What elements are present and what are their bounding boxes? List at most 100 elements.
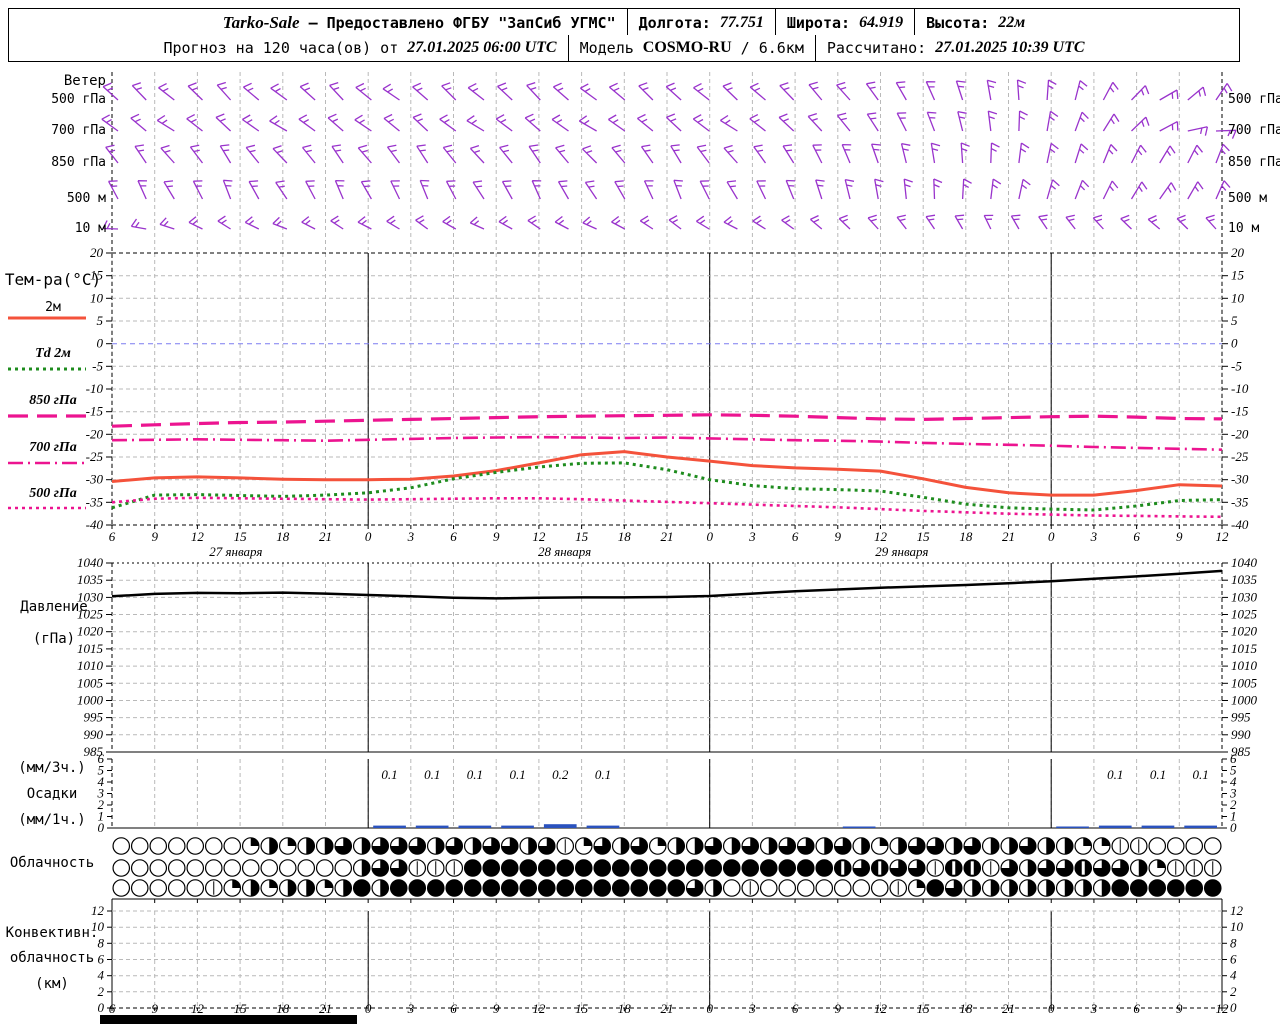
- wind-barb: [639, 215, 654, 230]
- wind-level-850hpa-right: 850 гПа: [1228, 155, 1280, 170]
- cloud-okta-symbol: [593, 879, 612, 897]
- wind-barb: [501, 180, 513, 200]
- bottom-hour-label: 21: [661, 1001, 674, 1016]
- cloud-okta-symbol: [1148, 837, 1167, 855]
- cloud-okta-symbol: [204, 859, 223, 877]
- wind-barb: [497, 82, 513, 101]
- wind-barb: [416, 144, 429, 164]
- wind-barb: [903, 178, 913, 200]
- pressure-ytick-right: 995: [1231, 710, 1251, 725]
- precip-bar: [586, 825, 620, 828]
- cloud-okta-fill: [1046, 879, 1055, 897]
- hour-label: 3: [748, 529, 756, 544]
- wind-barb: [472, 180, 485, 200]
- wind-barb: [498, 215, 513, 230]
- hour-label: 0: [1048, 529, 1055, 544]
- pressure-ytick-right: 1005: [1231, 675, 1258, 690]
- wind-barb: [383, 113, 400, 132]
- hour-label: 9: [1176, 529, 1183, 544]
- cloud-okta-fill: [287, 879, 296, 897]
- cloud-okta-symbol: [778, 859, 797, 877]
- header-title-bar: Tarko-Sale – Предоставлено ФГБУ "ЗапСиб …: [8, 8, 1240, 37]
- wind-barb: [673, 179, 683, 200]
- hour-label: 3: [1090, 529, 1098, 544]
- cloud-okta-fill: [1009, 837, 1018, 855]
- convective-ytick-right: 6: [1230, 952, 1237, 967]
- bottom-hour-label: 6: [450, 1001, 457, 1016]
- header-dash: –: [308, 13, 318, 32]
- wind-level-10m-left: 10 м: [74, 221, 106, 236]
- pressure-ytick-left: 995: [84, 710, 104, 725]
- wind-barb: [216, 81, 232, 101]
- cloud-okta-symbol: [167, 837, 186, 855]
- wind-barb: [838, 214, 851, 230]
- wind-barb: [723, 216, 738, 230]
- wind-barb: [1159, 182, 1177, 200]
- hour-label: 15: [234, 529, 248, 544]
- precip-value-label: 0.1: [1193, 767, 1209, 782]
- bottom-hour-label: 9: [835, 1001, 842, 1016]
- wind-barb: [614, 180, 626, 200]
- cloud-okta-symbol: [241, 859, 260, 877]
- precip-bar: [373, 825, 406, 828]
- cloud-okta-symbol: [556, 859, 575, 877]
- pressure-ytick-left: 1005: [77, 675, 104, 690]
- bottom-hour-label: 15: [917, 1001, 931, 1016]
- wind-barb: [749, 82, 766, 101]
- wind-barb: [192, 180, 204, 200]
- wind-barb: [1018, 110, 1028, 132]
- cloud-okta-symbol: [463, 879, 482, 897]
- wind-barb: [896, 214, 907, 230]
- bottom-hour-label: 21: [1002, 1001, 1015, 1016]
- wind-barb: [836, 112, 851, 132]
- wind-barb: [1038, 214, 1048, 230]
- wind-barb: [551, 114, 569, 132]
- wind-barb: [1187, 86, 1207, 101]
- pressure-label: Давление: [20, 599, 88, 615]
- cloud-okta-fill: [1027, 879, 1036, 897]
- cloud-okta-symbol: [112, 859, 131, 877]
- precip-label: Осадки: [26, 786, 78, 802]
- wind-barb: [990, 142, 1000, 164]
- pressure-ytick-right: 1015: [1231, 641, 1258, 656]
- cloud-okta-symbol: [704, 859, 723, 877]
- bottom-hour-label: 6: [109, 1001, 116, 1016]
- precip-bar: [501, 825, 534, 828]
- precip-value-label: 0.1: [467, 767, 483, 782]
- wind-barb: [1102, 144, 1118, 164]
- pressure-unit-label: (гПа): [32, 631, 76, 647]
- wind-barb: [925, 214, 936, 230]
- wind-barb: [930, 142, 941, 164]
- cloud-okta-fill: [250, 879, 259, 897]
- header-divider: [567, 35, 569, 61]
- cloud-okta-symbol: [130, 879, 149, 897]
- bottom-hour-label: 12: [532, 1001, 546, 1016]
- cloud-okta-symbol: [815, 859, 834, 877]
- cloud-okta-symbol: [112, 837, 131, 855]
- wind-barb: [781, 215, 795, 230]
- wind-barb: [778, 113, 795, 132]
- hour-label: 6: [792, 529, 799, 544]
- wind-barb: [248, 180, 260, 200]
- bottom-hour-label: 15: [234, 1001, 248, 1016]
- convective-ytick-left: 12: [91, 903, 105, 918]
- cloud-okta-symbol: [611, 859, 630, 877]
- bottom-hour-label: 6: [792, 1001, 799, 1016]
- wind-level-500hpa-right: 500 гПа: [1228, 92, 1280, 107]
- hour-label: 21: [319, 529, 332, 544]
- header-divider: [626, 9, 628, 36]
- wind-barb: [215, 113, 232, 132]
- cloud-okta-fill: [528, 837, 537, 855]
- longitude-label: Долгота:: [638, 13, 711, 32]
- wind-barb: [608, 82, 626, 101]
- temperature-legend-title: Тем-ра(°C): [4, 270, 102, 289]
- wind-level-700hpa-left: 700 гПа: [51, 123, 106, 138]
- meteogram-page: { "header": { "station": "Tarko-Sale", "…: [0, 0, 1280, 1024]
- wind-barb: [611, 215, 626, 230]
- wind-barb: [222, 179, 233, 200]
- wind-barb: [272, 145, 288, 164]
- precip-value-label: 0.1: [381, 767, 397, 782]
- cloud-okta-symbol: [278, 859, 297, 877]
- cloud-okta-symbol: [667, 879, 686, 897]
- precip-bar: [1141, 825, 1175, 828]
